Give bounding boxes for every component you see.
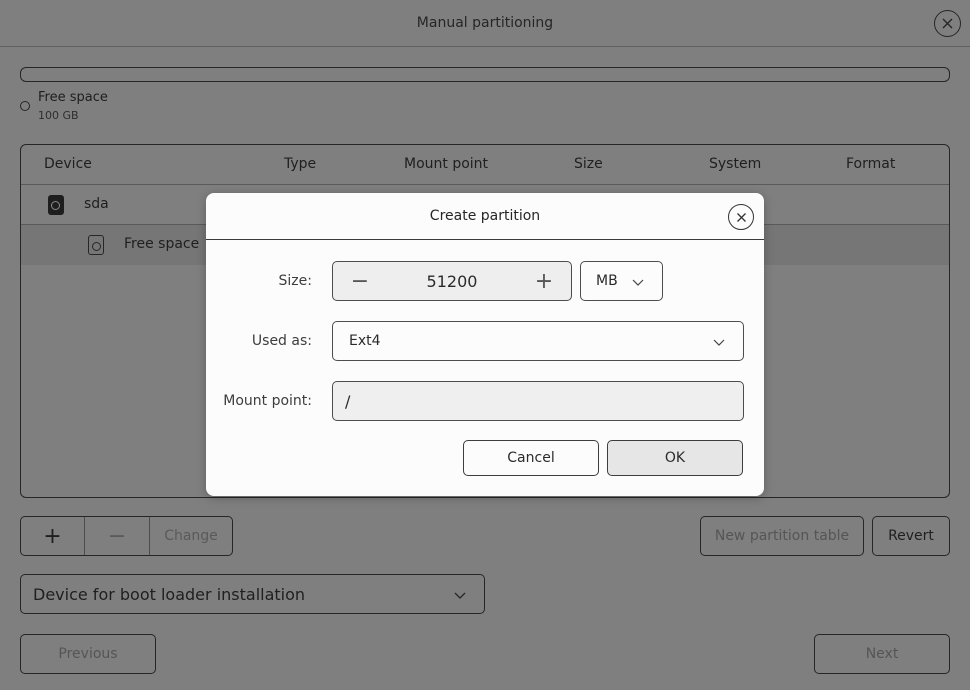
column-device: Device [44, 156, 92, 172]
chevron-down-icon [454, 592, 466, 599]
row-device-label: sda [84, 196, 109, 212]
cancel-button[interactable]: Cancel [463, 440, 599, 476]
size-label: Size: [278, 273, 312, 289]
close-icon [736, 212, 746, 222]
size-value[interactable]: 51200 [373, 272, 531, 291]
size-unit-value: MB [596, 273, 618, 289]
window-titlebar: Manual partitioning [0, 0, 970, 47]
column-type: Type [284, 156, 317, 172]
mount-point-input[interactable]: / [332, 381, 744, 421]
column-mount-point: Mount point [404, 156, 489, 172]
window-title: Manual partitioning [416, 15, 554, 31]
change-partition-button[interactable]: Change [150, 517, 232, 555]
used-as-select[interactable]: Ext4 [332, 321, 744, 361]
partition-toolbar: + − Change [20, 516, 233, 556]
size-unit-select[interactable]: MB [580, 261, 663, 301]
chevron-down-icon [713, 339, 725, 346]
column-format: Format [846, 156, 896, 172]
legend-name: Free space [38, 90, 108, 105]
table-header: Device Type Mount point Size System Form… [21, 145, 949, 185]
close-icon [942, 18, 953, 29]
chevron-down-icon [632, 279, 644, 286]
size-decrement-button[interactable]: − [347, 268, 373, 294]
dialog-close-button[interactable] [728, 204, 754, 230]
next-button[interactable]: Next [814, 634, 950, 674]
mount-point-label: Mount point: [223, 393, 312, 409]
create-partition-dialog: Create partition Size: − 51200 + MB Used… [206, 193, 764, 496]
dialog-header: Create partition [206, 193, 764, 240]
mount-point-value: / [345, 392, 351, 411]
boot-loader-device-select[interactable]: Device for boot loader installation [20, 574, 485, 614]
dialog-title: Create partition [429, 208, 541, 224]
column-size: Size [574, 156, 603, 172]
used-as-value: Ext4 [349, 333, 381, 349]
add-partition-button[interactable]: + [21, 517, 85, 555]
size-increment-button[interactable]: + [531, 268, 557, 294]
partition-icon [88, 235, 104, 255]
free-space-legend-dot [20, 101, 30, 111]
boot-loader-label: Device for boot loader installation [33, 585, 306, 604]
remove-partition-button[interactable]: − [85, 517, 150, 555]
row-device-label: Free space [124, 236, 200, 252]
size-stepper[interactable]: − 51200 + [332, 261, 572, 301]
column-system: System [709, 156, 762, 172]
disk-usage-bar [20, 67, 950, 82]
previous-button[interactable]: Previous [20, 634, 156, 674]
disk-icon [48, 195, 64, 215]
window-close-button[interactable] [934, 10, 961, 37]
used-as-label: Used as: [251, 333, 312, 349]
revert-button[interactable]: Revert [872, 516, 950, 556]
new-partition-table-button[interactable]: New partition table [700, 516, 864, 556]
legend-size: 100 GB [38, 109, 79, 122]
ok-button[interactable]: OK [607, 440, 743, 476]
